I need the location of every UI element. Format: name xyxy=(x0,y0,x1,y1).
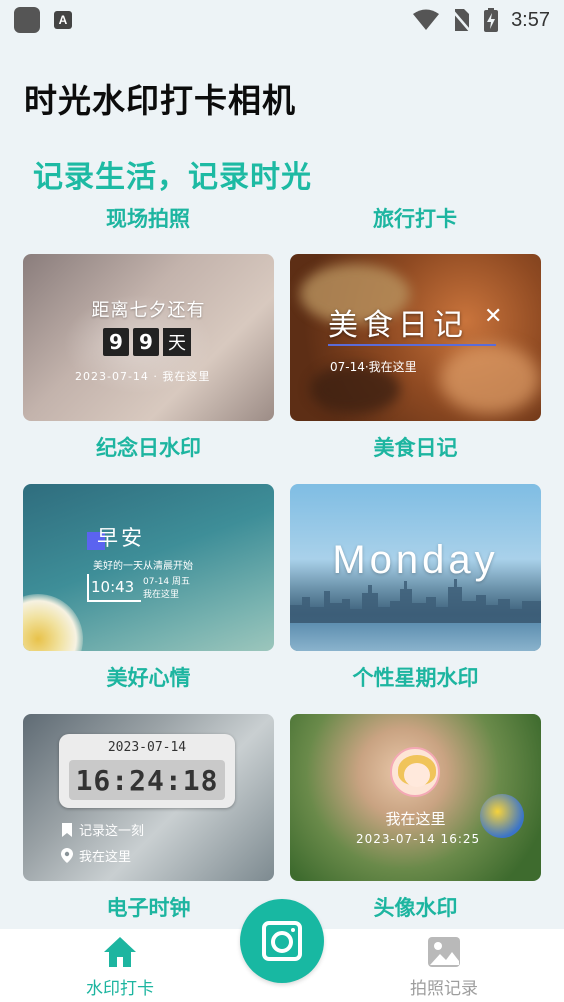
caption-avatar[interactable]: 头像水印 xyxy=(290,892,541,922)
nav-tab-label: 水印打卡 xyxy=(86,979,154,999)
caption-good-mood[interactable]: 美好心情 xyxy=(23,662,274,692)
template-card-good-mood[interactable]: 早安 美好的一天从清晨开始 10:43 07-14 周五 我在这里 xyxy=(23,484,274,651)
card-footer-text: 07-14·我在这里 xyxy=(330,360,417,374)
greeting-time: 10:43 xyxy=(91,578,135,596)
gallery-icon xyxy=(428,937,460,967)
nav-tab-watermark[interactable]: 水印打卡 xyxy=(60,929,180,1002)
wifi-icon xyxy=(413,9,440,30)
weekday-title: Monday xyxy=(332,538,499,582)
countdown-digit: 9 xyxy=(103,328,129,356)
template-card-digital-clock[interactable]: 2023-07-14 16:24:18 记录这一刻 我在这里 xyxy=(23,714,274,881)
greeting-subtitle: 美好的一天从清晨开始 xyxy=(93,561,193,572)
countdown-text: 距离七夕还有 xyxy=(91,300,206,321)
caption-anniversary[interactable]: 纪念日水印 xyxy=(23,432,274,462)
app-title: 时光水印打卡相机 xyxy=(24,81,296,120)
greeting-title: 早安 xyxy=(97,526,145,550)
location-pin-icon xyxy=(61,848,73,863)
clock-row-text: 记录这一刻 xyxy=(79,824,145,839)
caption-weekday[interactable]: 个性星期水印 xyxy=(290,662,541,692)
clock-row-text: 我在这里 xyxy=(79,850,132,865)
card-footer-text: 2023-07-14 · 我在这里 xyxy=(75,370,211,383)
food-title: 美食日记 xyxy=(328,308,468,343)
caption-food-diary[interactable]: 美食日记 xyxy=(290,432,541,462)
avatar xyxy=(390,747,440,797)
clock-time: 16:24:18 xyxy=(69,760,225,800)
template-card-anniversary[interactable]: 距离七夕还有 9 9 天 2023-07-14 · 我在这里 xyxy=(23,254,274,421)
template-card-avatar[interactable]: 我在这里 2023-07-14 16:25 xyxy=(290,714,541,881)
avatar-place: 我在这里 xyxy=(385,810,446,828)
camera-button[interactable] xyxy=(240,899,324,983)
camera-icon xyxy=(262,921,302,961)
greeting-place: 我在这里 xyxy=(143,590,180,600)
greeting-date: 07-14 周五 xyxy=(143,577,191,587)
countdown-digit: 9 xyxy=(133,328,159,356)
slogan: 记录生活，记录时光 xyxy=(33,160,312,195)
caption-travel-checkin[interactable]: 旅行打卡 xyxy=(290,203,540,233)
nav-tab-photo-records[interactable]: 拍照记录 xyxy=(384,929,504,1002)
template-card-food-diary[interactable]: 美食日记 ✕ 07-14·我在这里 xyxy=(290,254,541,421)
countdown-unit: 天 xyxy=(163,328,191,356)
avatar-datetime: 2023-07-14 16:25 xyxy=(356,832,481,846)
caption-live-photo[interactable]: 现场拍照 xyxy=(23,203,273,233)
nav-tab-label: 拍照记录 xyxy=(410,979,478,999)
fork-knife-icon: ✕ xyxy=(484,304,503,329)
home-icon xyxy=(104,937,136,967)
no-sim-icon xyxy=(451,9,472,32)
status-time: 3:57 xyxy=(511,8,550,31)
notification-app-icon xyxy=(14,7,40,33)
caption-digital-clock[interactable]: 电子时钟 xyxy=(23,892,274,922)
bookmark-icon xyxy=(62,822,72,837)
keyboard-badge-icon: A xyxy=(54,11,72,29)
status-bar: A 3:57 xyxy=(0,0,564,40)
clock-date: 2023-07-14 xyxy=(107,740,187,755)
template-card-weekday[interactable]: Monday xyxy=(290,484,541,651)
battery-charging-icon xyxy=(484,8,499,32)
